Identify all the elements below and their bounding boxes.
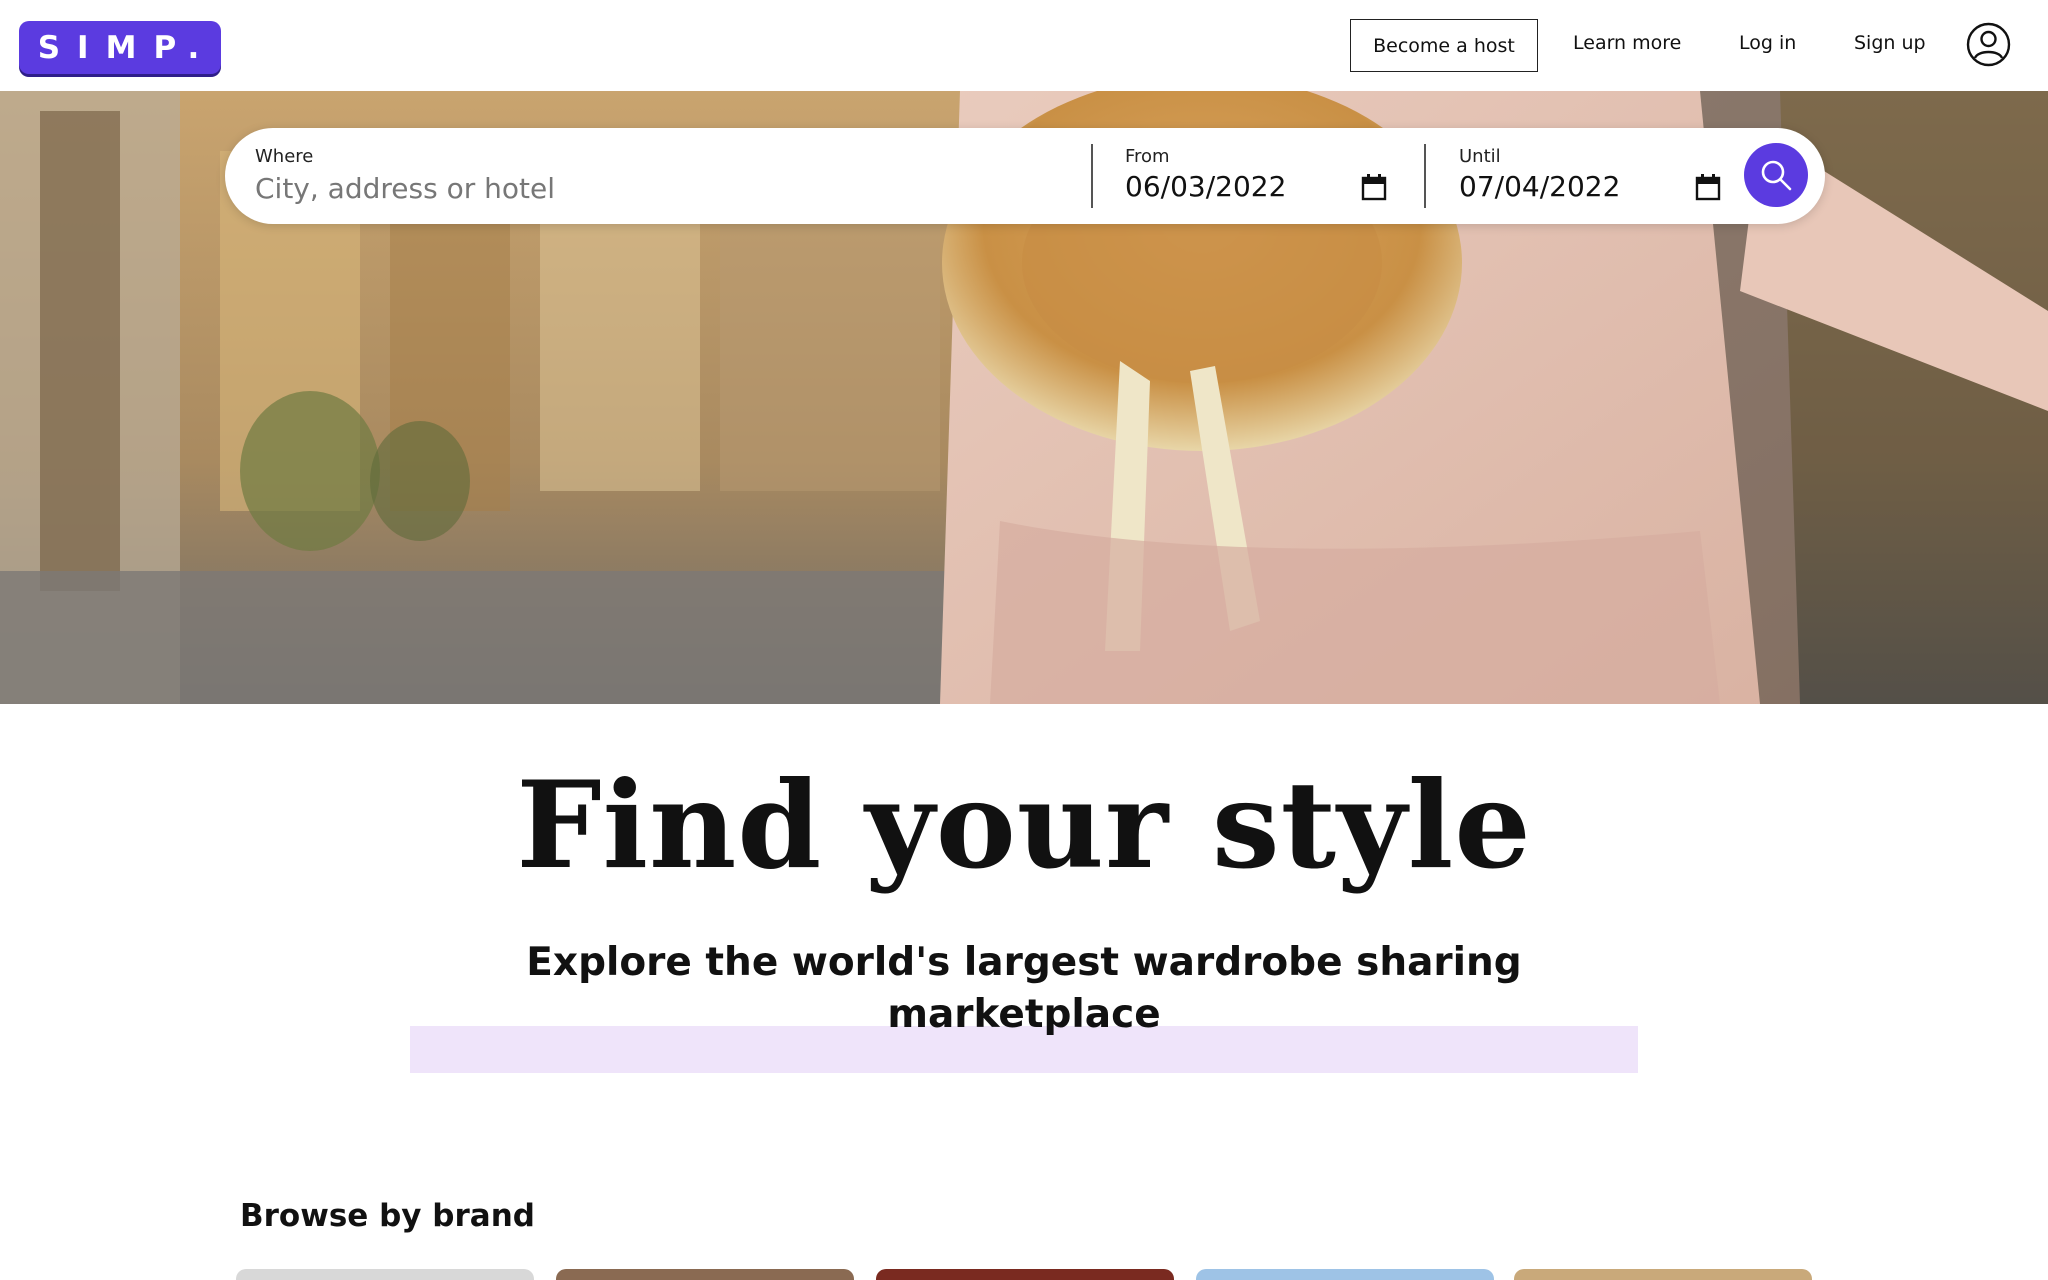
- user-circle-icon[interactable]: [1966, 22, 2011, 67]
- logo[interactable]: SIMP.: [19, 21, 221, 74]
- search-bar: Where From 06/03/2022 Until 07/04/2022: [225, 128, 1825, 224]
- until-date-field[interactable]: 07/04/2022: [1459, 170, 1620, 203]
- from-label: From: [1125, 146, 1170, 167]
- brand-card[interactable]: [556, 1269, 854, 1280]
- learn-more-link[interactable]: Learn more: [1573, 32, 1681, 54]
- calendar-icon[interactable]: [1361, 173, 1387, 201]
- become-host-button[interactable]: Become a host: [1350, 19, 1538, 72]
- where-input[interactable]: [255, 166, 1035, 210]
- brand-card[interactable]: [1196, 1269, 1494, 1280]
- site-header: SIMP. Become a host Learn more Log in Si…: [0, 0, 2048, 91]
- search-button[interactable]: [1744, 143, 1808, 207]
- until-label: Until: [1459, 146, 1501, 167]
- brand-card[interactable]: [876, 1269, 1174, 1280]
- calendar-icon[interactable]: [1695, 173, 1721, 201]
- page-subtitle: Explore the world's largest wardrobe sha…: [526, 940, 1522, 1037]
- where-label: Where: [255, 146, 314, 167]
- search-icon: [1761, 160, 1792, 191]
- divider: [1424, 144, 1426, 208]
- sign-up-link[interactable]: Sign up: [1854, 32, 1926, 54]
- divider: [1091, 144, 1093, 208]
- browse-by-brand-heading: Browse by brand: [240, 1198, 535, 1234]
- brand-card[interactable]: [236, 1269, 534, 1280]
- brand-card[interactable]: [1514, 1269, 1812, 1280]
- from-date-field[interactable]: 06/03/2022: [1125, 170, 1286, 203]
- page-title: Find your style: [516, 755, 1532, 896]
- log-in-link[interactable]: Log in: [1739, 32, 1796, 54]
